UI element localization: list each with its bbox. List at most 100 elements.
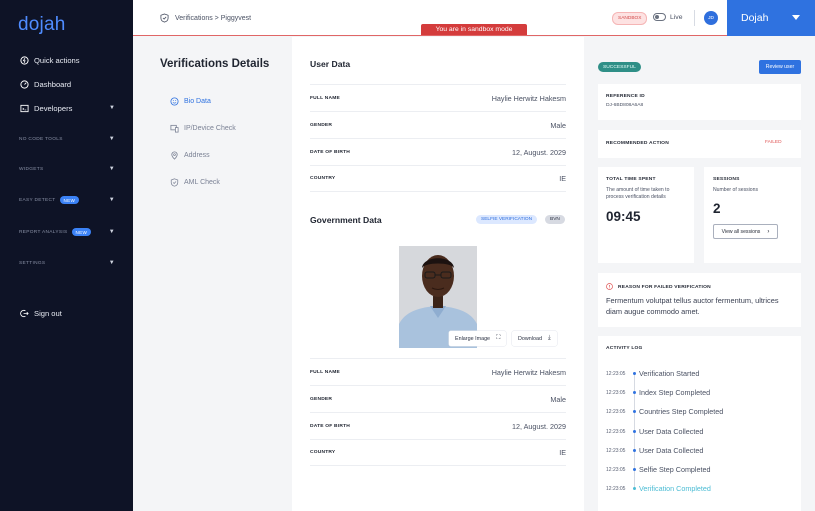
government-row-country: COUNTRY IE xyxy=(310,439,566,466)
sidebar-section-no-code-tools[interactable]: NO CODE TOOLS ▼ xyxy=(19,134,115,144)
time-spent-value: 09:45 xyxy=(606,209,641,224)
sidebar-item-label: Dashboard xyxy=(34,79,72,89)
divider xyxy=(694,10,695,26)
section-label: REPORT ANALYSIS xyxy=(19,229,68,235)
user-data-row-gender: GENDER Male xyxy=(310,111,566,138)
chevron-down-icon: ▼ xyxy=(108,166,115,172)
row-key: DATE OF BIRTH xyxy=(310,149,351,155)
tab-address[interactable]: Address xyxy=(170,151,210,160)
chevron-down-icon: ▼ xyxy=(108,229,115,235)
section-label: WIDGETS xyxy=(19,166,44,172)
dashboard-icon xyxy=(19,79,29,89)
expand-icon: ⛶ xyxy=(496,335,501,341)
recommended-action-label: RECOMMENDED ACTION xyxy=(606,141,669,146)
log-time: 12:23:05 xyxy=(606,447,626,454)
activity-log-title: ACTIVITY LOG xyxy=(606,346,643,351)
activity-log-item: 12:23:05 Countries Step Completed xyxy=(606,407,723,416)
developers-icon xyxy=(19,103,29,113)
sidebar: dojah Quick actions Dashboard Developers… xyxy=(0,0,133,511)
org-name: Dojah xyxy=(741,12,769,24)
sessions-value: 2 xyxy=(713,201,721,216)
shield-check-icon xyxy=(170,178,179,187)
government-row-full-name: FULL NAME Haylie Herwitz Hakesm xyxy=(310,358,566,385)
failure-reason-label: REASON FOR FAILED VERIFICATION xyxy=(618,285,711,290)
org-switcher[interactable]: Dojah xyxy=(727,0,815,36)
row-value: IE xyxy=(559,174,566,183)
log-time: 12:23:05 xyxy=(606,466,626,473)
section-label: EASY DETECT xyxy=(19,197,56,203)
row-key: GENDER xyxy=(310,396,333,402)
log-message: Verification Completed xyxy=(639,484,711,493)
sidebar-section-settings[interactable]: SETTINGS ▼ xyxy=(19,258,115,268)
sidebar-item-label: Quick actions xyxy=(34,55,80,65)
log-message: Selfie Step Completed xyxy=(639,465,711,474)
row-value: Male xyxy=(550,120,566,130)
user-data-row-full-name: FULL NAME Haylie Herwitz Hakesm xyxy=(310,84,566,111)
sidebar-section-widgets[interactable]: WIDGETS ▼ xyxy=(19,164,115,174)
live-label: Live xyxy=(670,14,683,21)
enlarge-image-button[interactable]: Enlarge Image ⛶ xyxy=(449,331,507,346)
log-time: 12:23:05 xyxy=(606,428,626,435)
activity-log-item: 12:23:05 Selfie Step Completed xyxy=(606,465,711,474)
row-key: COUNTRY xyxy=(310,176,336,181)
sidebar-item-label: Developers xyxy=(34,103,73,113)
new-badge: NEW xyxy=(71,228,92,236)
government-data-title: Government Data xyxy=(310,215,382,225)
reference-id: DJ-6BD808A6A8 xyxy=(606,103,644,108)
row-value: 12, August. 2029 xyxy=(512,147,566,157)
smile-icon xyxy=(170,97,179,106)
breadcrumb-text: Verifications > Piggyvest xyxy=(175,14,252,22)
download-label: Download xyxy=(518,335,542,342)
shield-icon xyxy=(160,13,169,23)
sessions-description: Number of sessions xyxy=(713,187,759,193)
sidebar-section-report-analysis[interactable]: REPORT ANALYSIS NEW ▼ xyxy=(19,227,115,237)
government-row-gender: GENDER Male xyxy=(310,385,566,412)
chevron-right-icon: › xyxy=(767,228,770,235)
sessions-label: SESSIONS xyxy=(713,177,740,182)
status-badge: SUCCESSFUL xyxy=(598,62,641,72)
bvn-pill: BVN xyxy=(545,215,565,224)
sandbox-badge: SANDBOX xyxy=(612,12,648,25)
live-toggle[interactable] xyxy=(653,13,666,21)
chevron-down-icon: ▼ xyxy=(109,105,115,111)
log-time: 12:23:05 xyxy=(606,485,626,492)
chevron-down-icon: ▼ xyxy=(108,136,115,142)
device-icon xyxy=(170,124,179,133)
tab-ip-device-check[interactable]: IP/Device Check xyxy=(170,124,236,133)
reference-label: REFERENCE ID xyxy=(606,94,645,99)
user-data-panel: User Data FULL NAME Haylie Herwitz Hakes… xyxy=(292,37,584,511)
view-all-sessions-label: View all sessions xyxy=(721,228,761,235)
avatar[interactable]: JD xyxy=(704,11,718,25)
failure-reason-heading: REASON FOR FAILED VERIFICATION xyxy=(606,283,711,292)
sidebar-item-dashboard[interactable]: Dashboard xyxy=(19,78,115,90)
sign-out-button[interactable]: Sign out xyxy=(19,307,115,319)
topbar: Verifications > Piggyvest SANDBOX Live J… xyxy=(133,0,815,36)
download-button[interactable]: Download ⤓ xyxy=(512,331,557,346)
log-time: 12:23:05 xyxy=(606,389,626,396)
log-message: Verification Started xyxy=(639,369,700,378)
log-message: Countries Step Completed xyxy=(639,407,724,416)
activity-log-item: 12:23:05 User Data Collected xyxy=(606,427,703,436)
row-key: COUNTRY xyxy=(310,450,336,455)
timeline-dot xyxy=(633,468,636,471)
app-logo[interactable]: dojah xyxy=(18,14,66,36)
row-value: IE xyxy=(559,448,566,457)
time-spent-label: TOTAL TIME SPENT xyxy=(606,177,656,182)
tab-aml-check[interactable]: AML Check xyxy=(170,178,220,187)
government-row-dob: DATE OF BIRTH 12, August. 2029 xyxy=(310,412,566,439)
chevron-down-icon xyxy=(792,15,800,20)
log-message: User Data Collected xyxy=(639,427,704,436)
row-value: Haylie Herwitz Hakesm xyxy=(491,367,566,377)
user-data-row-country: COUNTRY IE xyxy=(310,165,566,192)
row-key: FULL NAME xyxy=(310,95,340,101)
review-user-button[interactable]: Review user xyxy=(759,60,801,74)
sidebar-item-quick-actions[interactable]: Quick actions xyxy=(19,54,115,66)
view-all-sessions-button[interactable]: View all sessions › xyxy=(713,224,778,239)
sidebar-item-developers[interactable]: Developers ▼ xyxy=(19,102,115,114)
sidebar-section-easy-detect[interactable]: EASY DETECT NEW ▼ xyxy=(19,195,115,205)
row-key: DATE OF BIRTH xyxy=(310,423,351,429)
tab-bio-data[interactable]: Bio Data xyxy=(170,97,211,106)
breadcrumb[interactable]: Verifications > Piggyvest xyxy=(160,13,251,23)
user-data-row-dob: DATE OF BIRTH 12, August. 2029 xyxy=(310,138,566,165)
chevron-down-icon: ▼ xyxy=(108,197,115,203)
